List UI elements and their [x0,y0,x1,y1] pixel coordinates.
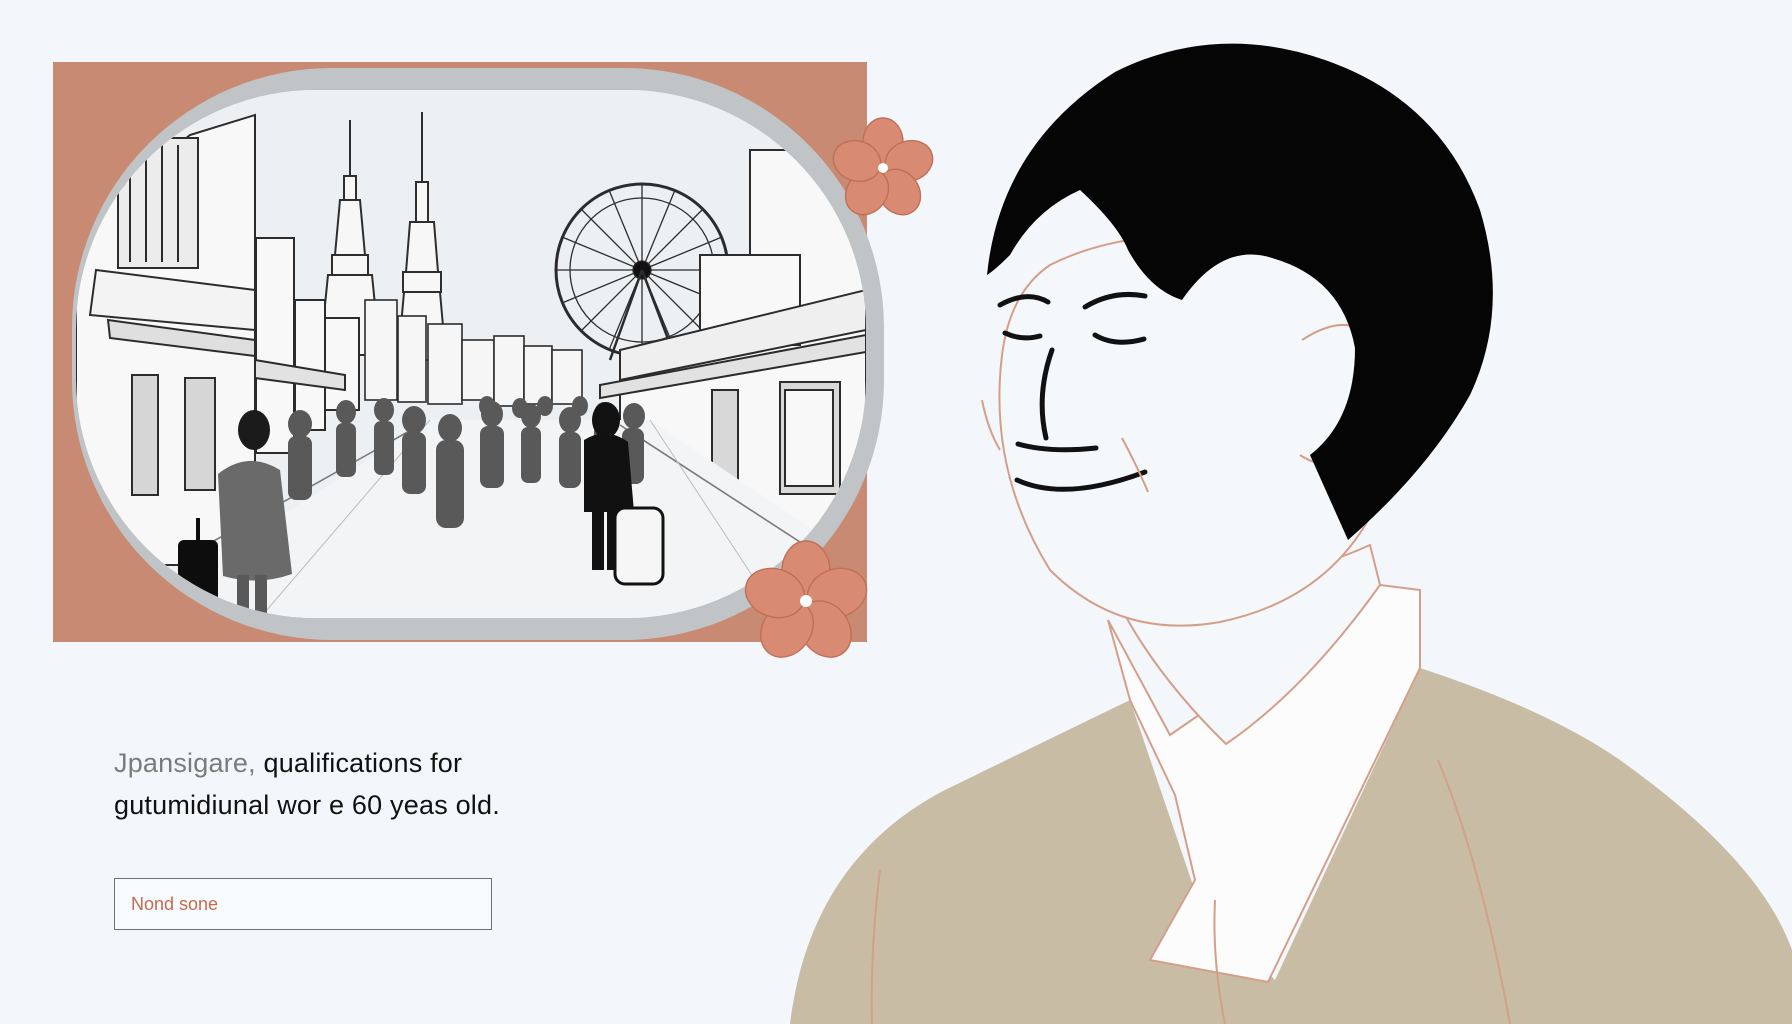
caption-line-1: Jpansigare, qualifications for [114,742,614,784]
caption-block: Jpansigare, qualifications for gutumidiu… [114,742,614,826]
caption-line-2: gutumidiunal wor e 60 yeas old. [114,790,500,820]
illustration-scene [53,43,1792,1024]
tokyo-street-scene [76,90,866,618]
caption-lead-word: Jpansigare, [114,748,256,778]
smiling-man-illustration [790,43,1792,1024]
caption-line-1-rest: qualifications for [255,748,463,778]
name-input[interactable] [114,878,492,930]
